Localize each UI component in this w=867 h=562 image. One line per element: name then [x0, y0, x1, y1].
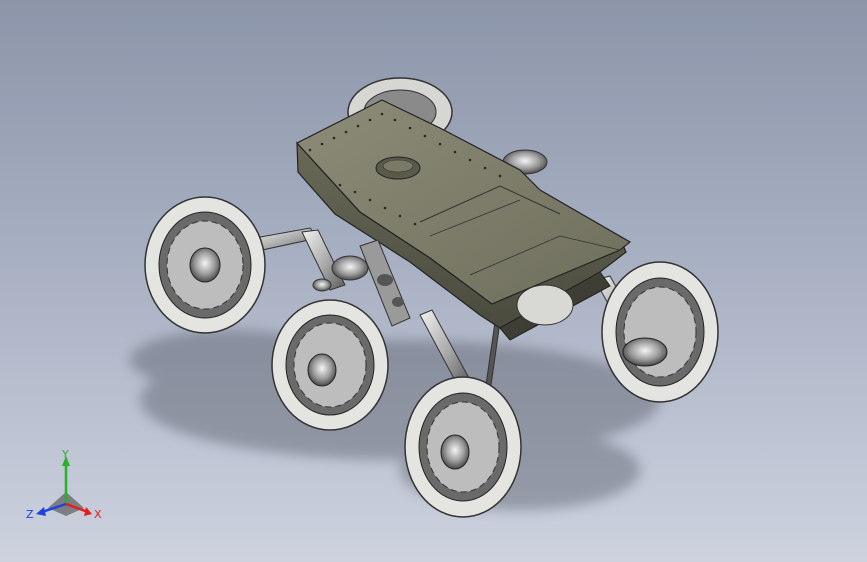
x-axis-label: X — [94, 508, 102, 521]
wheel-rear-left — [404, 376, 522, 518]
wheel-front-left — [144, 196, 266, 334]
orientation-triad[interactable]: Y X Z — [18, 448, 108, 528]
z-axis-label: Z — [26, 508, 34, 521]
rover-3d-model[interactable] — [0, 0, 867, 562]
wheel-middle-left — [271, 299, 389, 431]
cad-graphics-viewport[interactable]: Y X Z — [0, 0, 867, 562]
ground-shadow — [130, 330, 660, 510]
y-axis-label: Y — [61, 448, 69, 461]
wheel-middle-right — [516, 284, 574, 326]
wheel-front-right — [601, 261, 719, 403]
